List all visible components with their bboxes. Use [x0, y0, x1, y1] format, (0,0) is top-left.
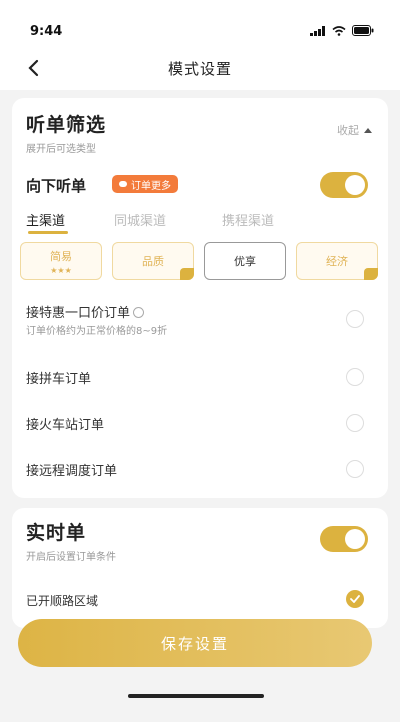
option-carpool-label: 接拼车订单 — [26, 372, 92, 387]
status-icons — [310, 25, 374, 36]
option-remote-dispatch-checkbox[interactable] — [346, 460, 364, 478]
option-carpool-checkbox[interactable] — [346, 368, 364, 386]
more-orders-badge: 订单更多 — [112, 175, 178, 193]
tab-main-channel[interactable]: 主渠道 — [26, 210, 65, 229]
service-levels: 简易 ★★★ 品质 优享 经济 — [20, 242, 378, 282]
option-train-station-label: 接火车站订单 — [26, 418, 105, 433]
realtime-title: 实时单 — [26, 522, 87, 544]
tab-underline — [28, 231, 68, 234]
level-name: 品质 — [142, 255, 164, 268]
collapse-label: 收起 — [337, 124, 359, 137]
battery-icon — [352, 25, 374, 36]
filter-card: 听单筛选 展开后可选类型 收起 向下听单 订单更多 主渠道 同城渠道 携程渠道 … — [12, 98, 388, 498]
wifi-icon — [332, 25, 346, 36]
down-listen-toggle[interactable] — [320, 172, 368, 198]
tab-city-channel[interactable]: 同城渠道 — [114, 210, 166, 229]
realtime-card: 实时单 开启后设置订单条件 已开顺路区域 — [12, 508, 388, 628]
save-button[interactable]: 保存设置 — [18, 619, 372, 667]
selected-corner-icon — [364, 268, 378, 280]
status-bar: 9:44 — [0, 0, 400, 46]
page-title: 模式设置 — [167, 60, 232, 78]
badge-text: 订单更多 — [131, 180, 171, 192]
filter-subtitle: 展开后可选类型 — [26, 144, 96, 155]
realtime-toggle[interactable] — [320, 526, 368, 552]
level-option-economy[interactable]: 经济 — [296, 242, 378, 280]
realtime-subtitle: 开启后设置订单条件 — [26, 552, 116, 563]
option-train-station-checkbox[interactable] — [346, 414, 364, 432]
level-name: 优享 — [234, 255, 256, 268]
level-option-quality[interactable]: 品质 — [112, 242, 194, 280]
channel-tabs: 主渠道 同城渠道 携程渠道 — [26, 210, 376, 234]
level-name: 经济 — [326, 255, 348, 268]
status-time: 9:44 — [30, 24, 63, 39]
info-icon[interactable] — [133, 307, 145, 318]
home-indicator — [128, 694, 264, 698]
level-option-simple[interactable]: 简易 ★★★ — [20, 242, 102, 280]
option-remote-dispatch-label: 接远程调度订单 — [26, 464, 118, 479]
tab-ctrip-channel[interactable]: 携程渠道 — [222, 210, 274, 229]
caret-up-icon — [364, 127, 372, 133]
nav-bar: 模式设置 — [0, 46, 400, 90]
signal-icon — [310, 25, 325, 36]
region-checkbox[interactable] — [346, 590, 364, 608]
option-discount-subtitle: 订单价格约为正常价格的8~9折 — [26, 326, 168, 337]
level-option-premium[interactable]: 优享 — [204, 242, 286, 280]
level-name: 简易 — [50, 249, 72, 263]
option-label-text: 接特惠一口价订单 — [26, 306, 131, 321]
selected-corner-icon — [180, 268, 194, 280]
filter-title: 听单筛选 — [26, 114, 107, 136]
checkmark-icon — [350, 595, 360, 603]
down-listen-label: 向下听单 — [26, 177, 87, 195]
level-rating: ★★★ — [50, 265, 72, 275]
cloud-icon — [119, 181, 127, 187]
option-discount-label: 接特惠一口价订单 — [26, 302, 145, 321]
collapse-button[interactable]: 收起 — [337, 122, 372, 138]
region-label: 已开顺路区域 — [26, 594, 99, 608]
option-discount-checkbox[interactable] — [346, 310, 364, 328]
